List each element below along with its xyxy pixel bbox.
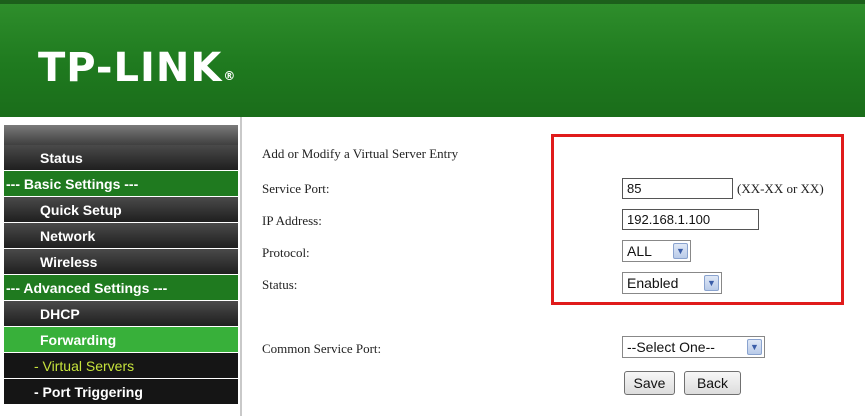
sidebar-section-advanced-settings: --- Advanced Settings --- — [4, 275, 238, 301]
sidebar-item-wireless[interactable]: Wireless — [4, 249, 238, 275]
service-port-label: Service Port: — [262, 181, 330, 196]
sidebar-item-forwarding[interactable]: Forwarding — [4, 327, 238, 353]
highlight-annotation-box — [551, 134, 844, 305]
common-service-port-selected-value: --Select One-- — [627, 339, 715, 355]
common-service-port-label: Common Service Port: — [262, 341, 382, 356]
menu-top-bar — [4, 125, 238, 145]
tp-link-logo: TP-LINK® — [38, 45, 237, 91]
sidebar-item-port-triggering[interactable]: - Port Triggering — [4, 379, 238, 405]
header-banner: TP-LINK® — [0, 0, 865, 117]
status-label: Status: — [262, 277, 298, 292]
form-title: Add or Modify a Virtual Server Entry — [262, 146, 459, 161]
sidebar-item-virtual-servers[interactable]: - Virtual Servers — [4, 353, 238, 379]
common-service-port-select[interactable]: --Select One-- ▼ — [622, 336, 765, 358]
save-button[interactable]: Save — [624, 371, 675, 395]
protocol-label: Protocol: — [262, 245, 310, 260]
panel-divider — [240, 117, 242, 416]
sidebar-section-basic-settings: --- Basic Settings --- — [4, 171, 238, 197]
header-top-line — [0, 0, 865, 4]
sidebar-item-quick-setup[interactable]: Quick Setup — [4, 197, 238, 223]
sidebar-item-network[interactable]: Network — [4, 223, 238, 249]
sidebar-menu: Status --- Basic Settings --- Quick Setu… — [4, 145, 238, 405]
sidebar-item-status[interactable]: Status — [4, 145, 238, 171]
back-button[interactable]: Back — [684, 371, 741, 395]
ip-address-label: IP Address: — [262, 213, 322, 228]
sidebar-item-dhcp[interactable]: DHCP — [4, 301, 238, 327]
chevron-down-icon: ▼ — [747, 339, 762, 355]
